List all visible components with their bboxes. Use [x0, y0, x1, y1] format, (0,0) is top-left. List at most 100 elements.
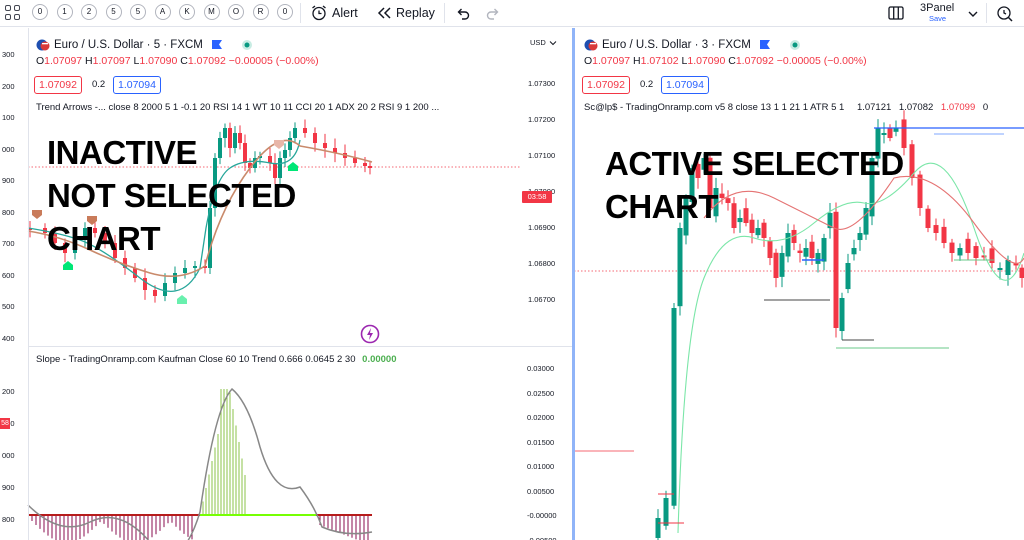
left-edge-divider: [28, 28, 29, 540]
candle-body: [173, 273, 177, 283]
alert-button[interactable]: Alert: [310, 4, 358, 22]
candle-body: [809, 241, 815, 258]
replay-label: Replay: [396, 6, 435, 20]
lightning-icon[interactable]: [360, 324, 380, 344]
alert-label: Alert: [332, 6, 358, 20]
multi-layout-icon[interactable]: [887, 4, 905, 22]
axis-tick-label: -0.00000: [527, 511, 557, 520]
axis-tick-label: -0.00500: [527, 535, 557, 540]
trend-arrow-marker: [63, 261, 73, 270]
interval-button[interactable]: M: [203, 4, 220, 20]
interval-button[interactable]: 0: [277, 4, 293, 20]
axis-tick-label: 0.00500: [527, 486, 555, 496]
axis-tick-label: 1.06900: [528, 223, 556, 232]
candle-body: [153, 290, 157, 296]
candle-body: [917, 174, 923, 208]
candle-body: [663, 498, 669, 526]
candle-body: [797, 250, 803, 253]
candle-body: [773, 252, 779, 278]
axis-tick-label: 1.07200: [528, 115, 556, 124]
candle-body: [313, 133, 317, 143]
candle-body: [655, 518, 661, 538]
candle-body: [973, 246, 979, 258]
candle-body: [755, 228, 761, 236]
candle-body: [941, 226, 947, 243]
layout-save-status: Save: [929, 14, 947, 23]
candle-body: [353, 158, 357, 163]
candle-body: [997, 268, 1003, 270]
interval-button[interactable]: K: [179, 4, 195, 20]
interval-button[interactable]: 0: [32, 4, 48, 20]
candle-body: [957, 248, 963, 256]
candle-body: [851, 248, 857, 255]
toolbar-divider: [444, 3, 445, 23]
axis-tick-label: 0.02000: [527, 413, 555, 422]
interval-button[interactable]: 5: [105, 4, 122, 20]
slope-histogram-chart[interactable]: [0, 347, 520, 540]
right-chart-pane[interactable]: Euro / U.S. Dollar · 3 · FXCM O1.07097 H…: [574, 28, 1024, 540]
interval-button[interactable]: A: [154, 4, 171, 20]
axis-tick-label: 0.02500: [527, 388, 555, 398]
candle-body: [989, 248, 995, 263]
currency-chevron-icon: [549, 41, 557, 46]
interval-button[interactable]: 5: [130, 4, 146, 20]
candle-body: [881, 133, 887, 135]
candle-body: [845, 263, 851, 290]
undo-icon[interactable]: [454, 4, 472, 22]
candle-body: [887, 128, 893, 138]
candle-body: [193, 266, 197, 268]
candle-body: [163, 283, 167, 296]
candle-body: [323, 143, 327, 148]
alarm-clock-icon: [312, 5, 326, 21]
toolbar-divider: [986, 3, 987, 23]
trend-arrow-marker: [177, 295, 187, 304]
candle-body: [1019, 267, 1024, 278]
timer-search-icon[interactable]: [996, 4, 1014, 22]
candle-body: [933, 225, 939, 233]
left-chart-pane[interactable]: Euro / U.S. Dollar · 5 · FXCM O1.07097 H…: [0, 28, 572, 346]
axis-tick-label: 1.06800: [528, 259, 556, 268]
candle-body: [368, 166, 372, 168]
active-chart-annotation: ACTIVE SELECTED CHART: [605, 145, 904, 225]
inactive-chart-annotation: INACTIVE NOT SELECTED CHART: [47, 134, 296, 257]
candle-body: [925, 208, 931, 228]
interval-button[interactable]: O: [228, 4, 244, 20]
candle-body: [767, 240, 773, 258]
candle-body: [183, 268, 187, 273]
candle-body: [803, 248, 809, 257]
trend-arrow-marker: [32, 210, 42, 219]
right-price-chart[interactable]: [574, 28, 1024, 540]
redo-icon[interactable]: [484, 4, 502, 22]
rewind-icon: [377, 7, 391, 19]
left-countdown-badge: 03:58: [522, 191, 552, 203]
candle-body: [779, 253, 785, 277]
candle-body: [143, 278, 147, 290]
candle-body: [363, 163, 367, 166]
axis-tick-label: 1.07300: [528, 79, 556, 88]
active-chart-border: [572, 28, 575, 540]
interval-button[interactable]: 2: [81, 4, 97, 20]
axis-tick-label: 1.06700: [528, 295, 556, 304]
candle-body: [839, 298, 845, 332]
top-toolbar: 01255AKMOR0 Alert Replay 3Panel Save: [0, 0, 1024, 27]
left-currency-label[interactable]: USD: [530, 38, 546, 47]
interval-button[interactable]: R: [252, 4, 269, 20]
candle-body: [303, 128, 307, 133]
candle-body: [815, 253, 821, 264]
axis-tick-label: 0.01500: [527, 437, 555, 447]
candle-body: [949, 242, 955, 253]
toolbar-divider: [300, 3, 301, 23]
chevron-down-icon[interactable]: [964, 5, 982, 23]
candle-body: [677, 228, 683, 307]
layout-grid-icon[interactable]: [5, 5, 21, 21]
layout-name[interactable]: 3Panel: [920, 2, 954, 14]
candle-body: [671, 308, 677, 506]
replay-button[interactable]: Replay: [376, 4, 435, 22]
candle-body: [785, 233, 791, 257]
slope-indicator-pane[interactable]: Slope - TradingOnramp.com Kaufman Close …: [0, 347, 572, 540]
candle-body: [821, 238, 827, 262]
axis-tick-label: 0.03000: [527, 364, 555, 373]
interval-button[interactable]: 1: [56, 4, 73, 20]
axis-tick-label: 0.01000: [527, 462, 555, 471]
candle-body: [857, 233, 863, 241]
